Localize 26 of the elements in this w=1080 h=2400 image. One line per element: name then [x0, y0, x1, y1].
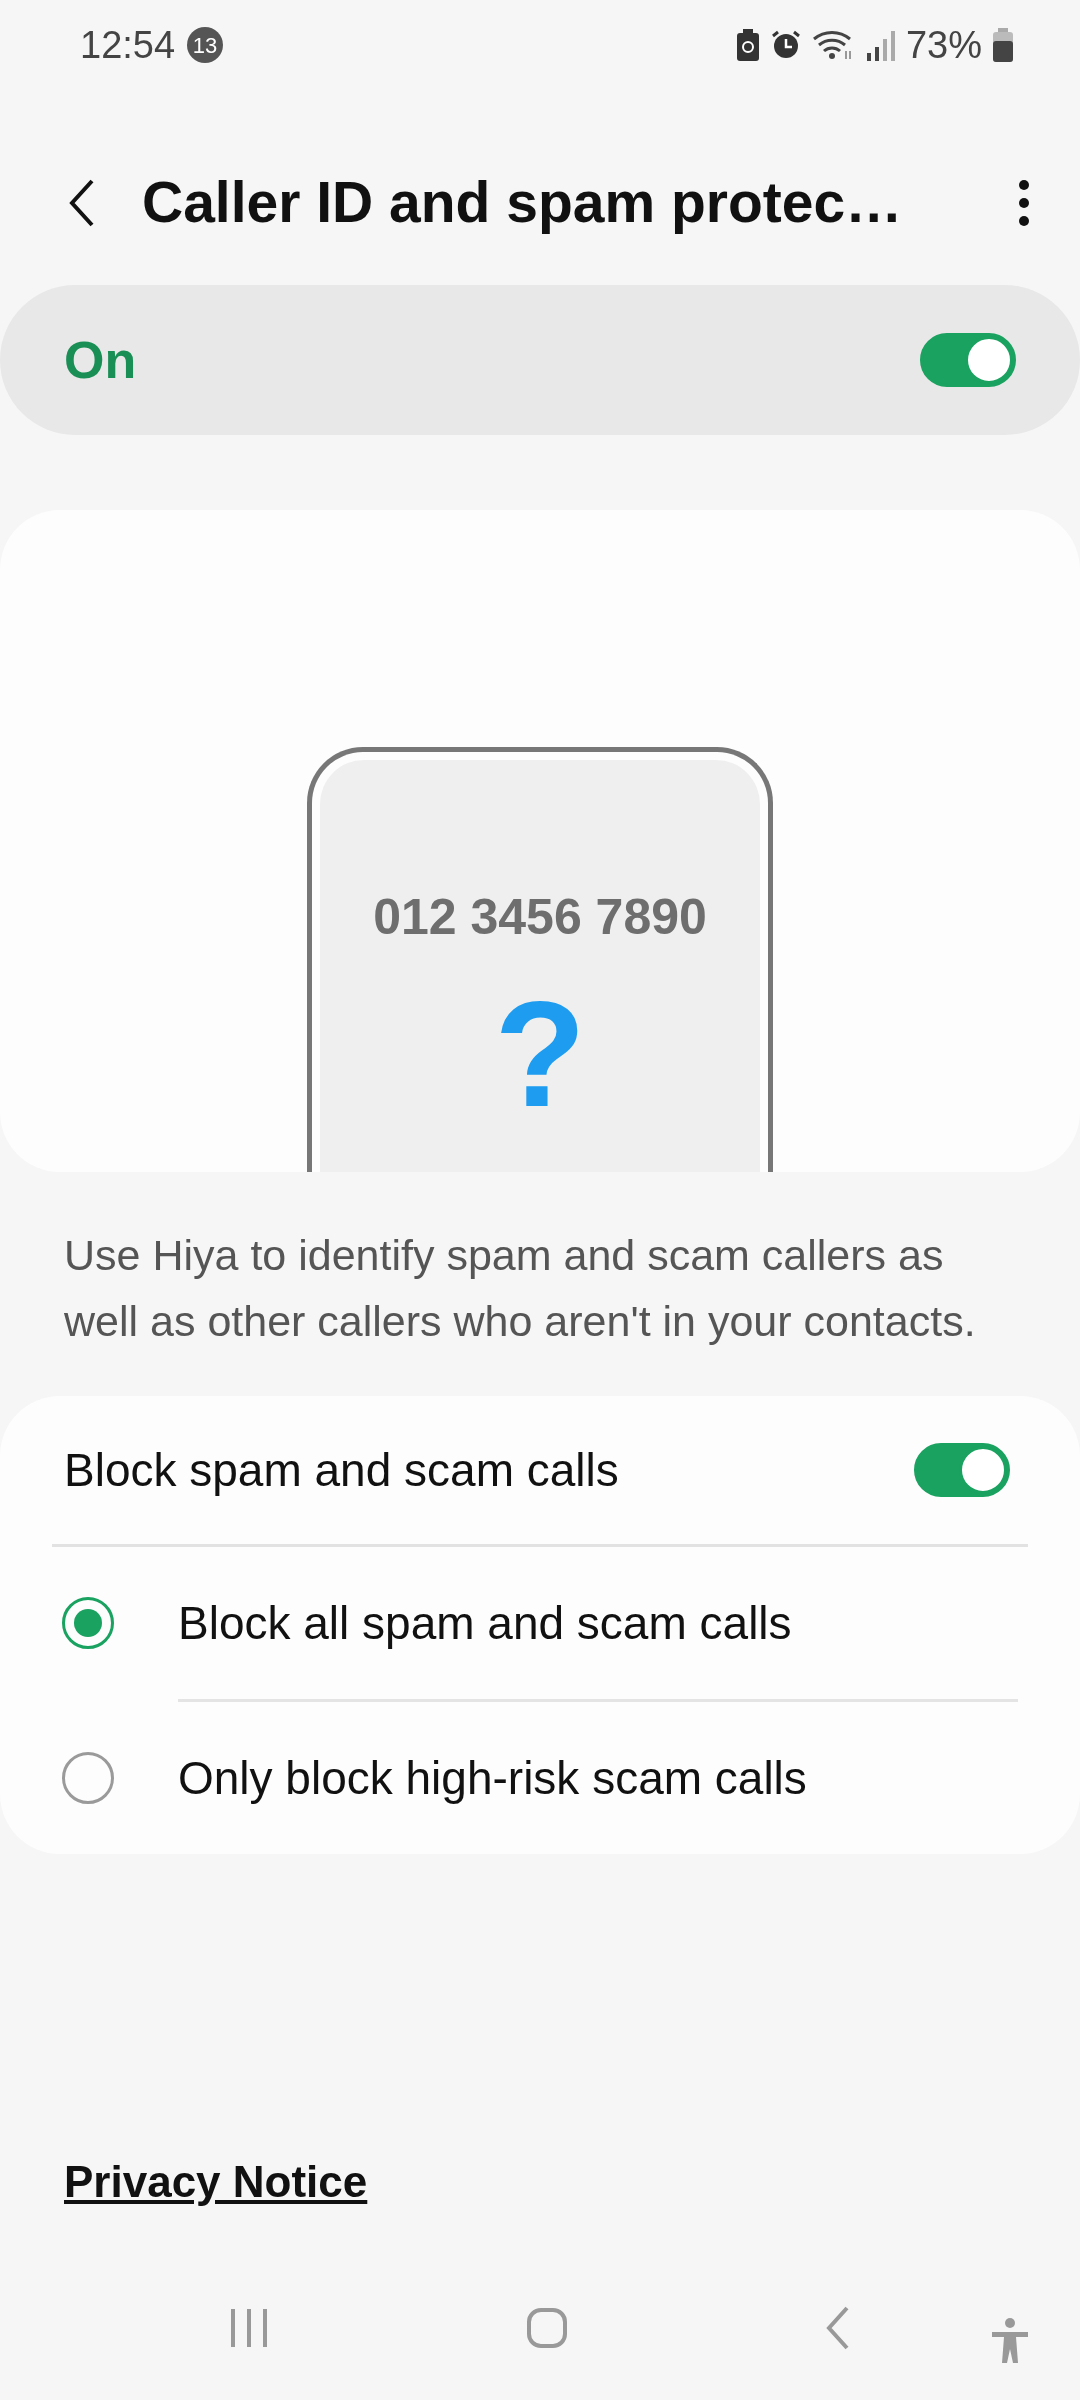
- more-options-icon[interactable]: [1016, 178, 1032, 227]
- recent-apps-icon[interactable]: [228, 2306, 269, 2349]
- option-label: Block all spam and scam calls: [178, 1595, 792, 1651]
- radio-button[interactable]: [62, 1752, 114, 1804]
- question-mark: ?: [494, 979, 586, 1129]
- battery-saver-icon: [735, 29, 760, 61]
- battery-percentage: 73%: [905, 22, 982, 68]
- toggle-switch[interactable]: [914, 1443, 1010, 1497]
- radio-option[interactable]: Block all spam and scam calls: [52, 1547, 1028, 1699]
- signal-icon: [865, 29, 896, 61]
- switch-label: On: [64, 330, 137, 391]
- accessibility-icon[interactable]: [990, 2318, 1030, 2364]
- radio-option[interactable]: Only block high-risk scam calls: [52, 1702, 1028, 1854]
- radio-button[interactable]: [62, 1597, 114, 1649]
- option-label: Only block high-risk scam calls: [178, 1750, 807, 1806]
- battery-icon: [992, 28, 1014, 62]
- page-title: Caller ID and spam protec…: [142, 168, 904, 236]
- setting-label: Block spam and scam calls: [64, 1442, 619, 1498]
- alarm-icon: [769, 29, 802, 61]
- notification-count: 13: [187, 27, 224, 63]
- description-text: Use Hiya to identify spam and scam callers as well as other callers who aren't in your contacts.: [63, 1230, 977, 1347]
- privacy-notice-link[interactable]: Privacy Notice: [64, 2149, 368, 2215]
- clock-time: 12:54: [80, 22, 176, 68]
- home-icon[interactable]: [526, 2306, 568, 2349]
- toggle-switch[interactable]: [920, 333, 1016, 387]
- phone-number: 012 3456 7890: [373, 888, 707, 947]
